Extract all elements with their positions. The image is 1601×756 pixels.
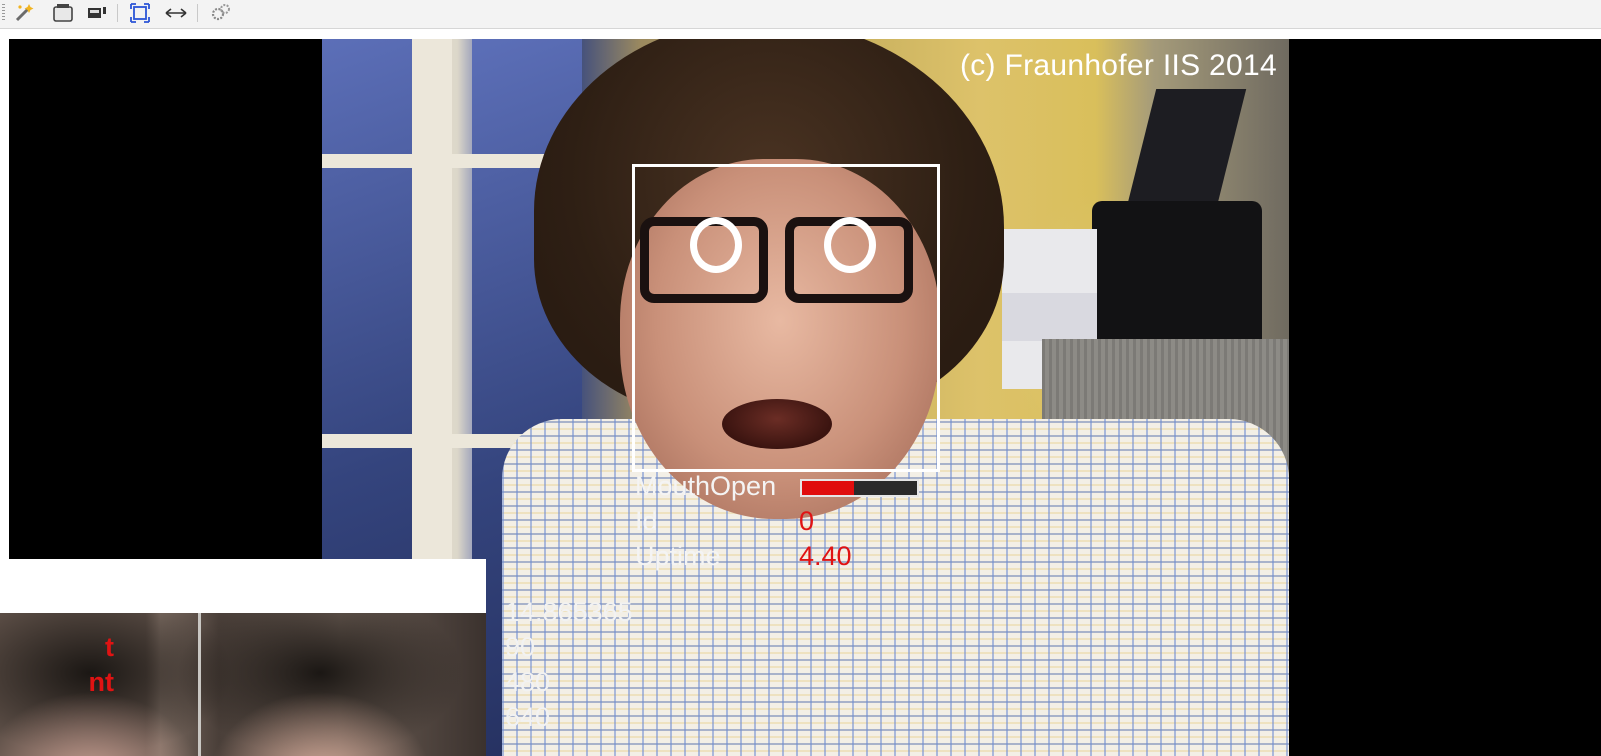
id-value: 0	[799, 506, 815, 536]
printer-lid	[1123, 89, 1247, 219]
video-source-button[interactable]	[84, 2, 110, 24]
stat-value: 640	[505, 702, 551, 732]
settings-button[interactable]	[208, 2, 234, 24]
camera-button[interactable]	[50, 2, 76, 24]
mouth-open-meter	[800, 479, 919, 497]
toolbar-separator	[197, 4, 198, 22]
toolbar-separator	[117, 4, 118, 22]
fit-to-window-button[interactable]	[127, 2, 153, 24]
stat-value: 14.865365	[505, 597, 633, 627]
camera-icon	[53, 4, 73, 22]
uptime-label: Uptime	[635, 541, 721, 571]
stat-row: nt 480	[0, 667, 700, 701]
stat-row: 640	[0, 702, 700, 736]
stat-value: 90	[505, 632, 536, 662]
toolbar-grip[interactable]	[2, 4, 5, 22]
uptime-value: 4.40	[799, 541, 852, 571]
stat-label: nt	[88, 667, 114, 697]
stat-value: 480	[505, 667, 551, 697]
mouth-open-meter-fill	[802, 481, 854, 495]
wizard-button[interactable]	[12, 2, 38, 24]
stat-row: t 90	[0, 632, 700, 666]
left-eye-marker	[690, 217, 742, 273]
stretch-horizontal-icon	[165, 8, 187, 18]
video-source-icon	[88, 7, 106, 18]
stat-label: t	[105, 632, 114, 662]
copyright-overlay: (c) Fraunhofer IIS 2014	[959, 49, 1277, 82]
mouth-open-label: MouthOpen	[635, 471, 777, 501]
face-detection-box	[632, 164, 940, 472]
settings-gears-icon	[211, 4, 230, 21]
right-eye-marker	[824, 217, 876, 273]
stat-row: 14.865365	[0, 597, 700, 631]
stretch-horizontal-button[interactable]	[163, 2, 189, 24]
toolbar	[0, 0, 1601, 29]
fit-to-window-icon	[130, 3, 150, 23]
wizard-icon	[15, 4, 34, 22]
id-label: Id	[635, 506, 658, 536]
